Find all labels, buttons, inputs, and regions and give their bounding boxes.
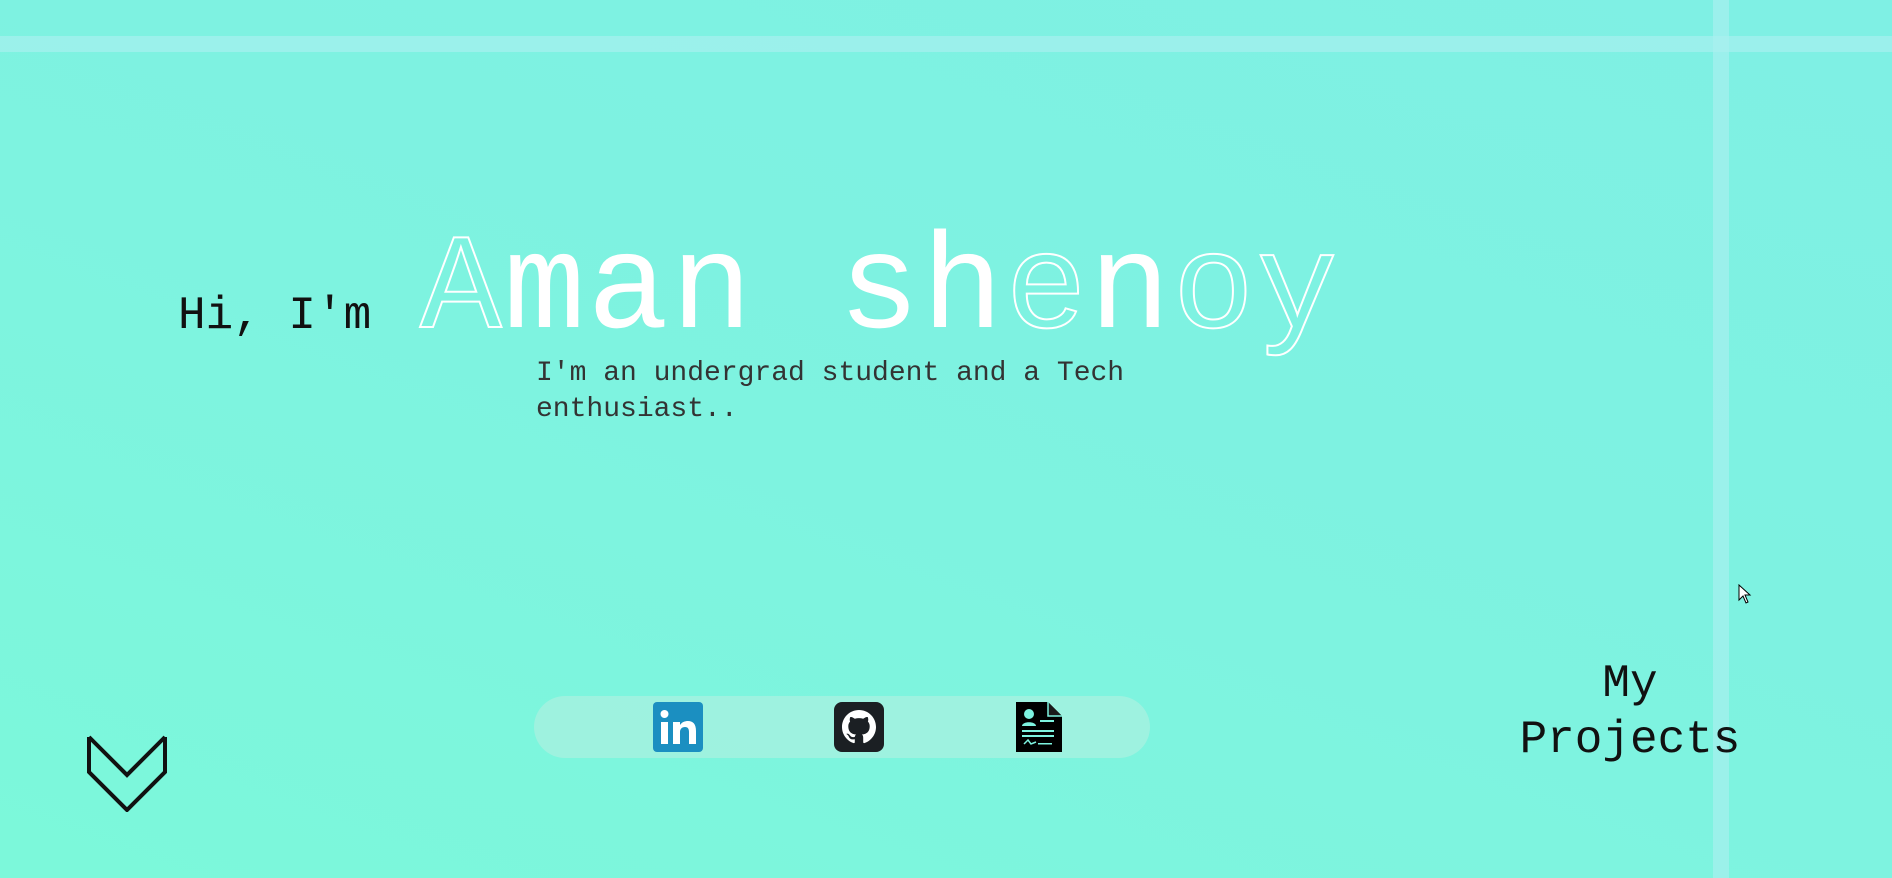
hero-name-letter: n [670,214,755,368]
social-links-bar [534,696,1150,758]
double-chevron-down-icon[interactable] [86,734,168,812]
my-projects-label-line2: Projects [1519,714,1741,766]
hero-name-letter: a [587,214,671,368]
hero-name-letter: m [503,214,588,368]
hero-name-letter: e [1004,214,1089,368]
grid-line-horizontal [0,36,1892,52]
my-projects-label-line1: My [1602,658,1658,710]
resume-icon[interactable] [1014,702,1064,752]
hero-name-letter: y [1255,214,1340,368]
mouse-pointer-icon [1738,584,1752,604]
hero-name-letter [755,216,839,366]
greeting-text: Hi, I'm [178,290,372,342]
hero-name-letter: A [419,214,504,368]
hero-name-letter: n [1089,214,1173,368]
tagline-text: I'm an undergrad student and a Tech enth… [536,358,1125,425]
hero-name: Aman shenoy [419,214,1340,368]
hero-name-letter: s [838,214,922,368]
github-icon[interactable] [834,702,884,752]
hero-name-letter: o [1172,214,1257,368]
hero-name-letter: h [921,214,1006,368]
linkedin-icon[interactable] [653,702,703,752]
my-projects-link[interactable]: My Projects [1500,656,1760,768]
